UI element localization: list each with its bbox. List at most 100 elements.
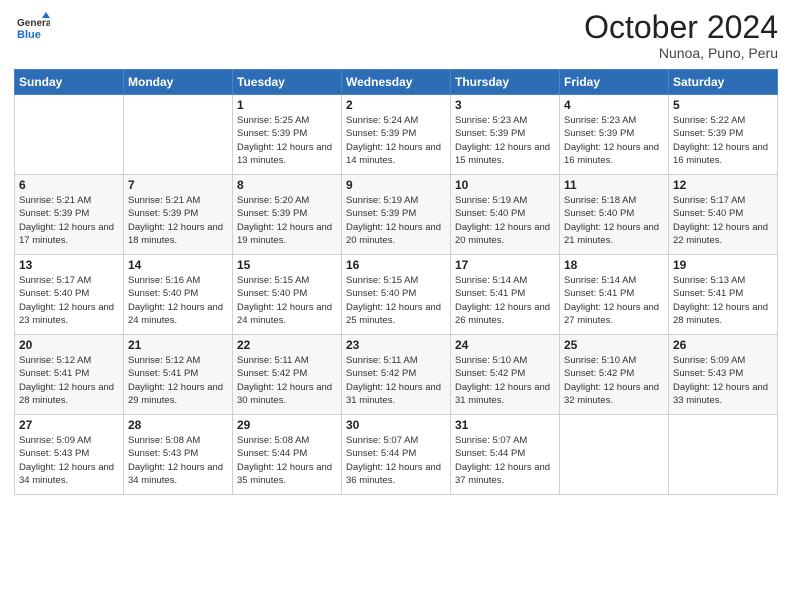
calendar-cell: 16 Sunrise: 5:15 AM Sunset: 5:40 PM Dayli… (342, 255, 451, 335)
day-info: Sunrise: 5:19 AM Sunset: 5:40 PM Dayligh… (455, 194, 555, 247)
day-info: Sunrise: 5:21 AM Sunset: 5:39 PM Dayligh… (19, 194, 119, 247)
day-number: 21 (128, 338, 228, 352)
calendar-cell: 11Sunrise: 5:18 AM Sunset: 5:40 PM Dayli… (560, 175, 669, 255)
calendar-cell: 14Sunrise: 5:16 AM Sunset: 5:40 PM Dayli… (124, 255, 233, 335)
day-number: 28 (128, 418, 228, 432)
day-info: Sunrise: 5:24 AM Sunset: 5:39 PM Dayligh… (346, 114, 446, 167)
calendar-table: Sunday Monday Tuesday Wednesday Thursday… (14, 69, 778, 495)
calendar-cell (560, 415, 669, 495)
day-info: Sunrise: 5:14 AM Sunset: 5:41 PM Dayligh… (564, 274, 664, 327)
day-number: 6 (19, 178, 119, 192)
calendar-cell: 29 Sunrise: 5:08 AM Sunset: 5:44 PM Dayli… (233, 415, 342, 495)
day-info: Sunrise: 5:10 AM Sunset: 5:42 PM Dayligh… (455, 354, 555, 407)
svg-text:General: General (17, 18, 50, 29)
day-number: 27 (19, 418, 119, 432)
header-saturday: Saturday (669, 70, 778, 95)
day-info: Sunrise: 5:14 AM Sunset: 5:41 PM Dayligh… (455, 274, 555, 327)
svg-text:Blue: Blue (17, 29, 41, 41)
day-info: Sunrise: 5:07 AM Sunset: 5:44 PM Dayligh… (455, 434, 555, 487)
calendar-cell: 26 Sunrise: 5:09 AM Sunset: 5:43 PM Dayli… (669, 335, 778, 415)
day-number: 2 (346, 98, 446, 112)
day-number: 23 (346, 338, 446, 352)
day-info: Sunrise: 5:13 AM Sunset: 5:41 PM Dayligh… (673, 274, 773, 327)
weekday-header-row: Sunday Monday Tuesday Wednesday Thursday… (15, 70, 778, 95)
calendar-cell: 31 Sunrise: 5:07 AM Sunset: 5:44 PM Dayli… (451, 415, 560, 495)
day-number: 7 (128, 178, 228, 192)
day-number: 12 (673, 178, 773, 192)
day-info: Sunrise: 5:23 AM Sunset: 5:39 PM Dayligh… (564, 114, 664, 167)
day-info: Sunrise: 5:12 AM Sunset: 5:41 PM Dayligh… (19, 354, 119, 407)
day-info: Sunrise: 5:25 AM Sunset: 5:39 PM Dayligh… (237, 114, 337, 167)
header: General Blue October 2024 Nunoa, Puno, P… (14, 10, 778, 61)
month-title: October 2024 (584, 10, 778, 45)
day-number: 19 (673, 258, 773, 272)
calendar-cell: 4 Sunrise: 5:23 AM Sunset: 5:39 PM Daylig… (560, 95, 669, 175)
calendar-cell (669, 415, 778, 495)
calendar-cell: 25 Sunrise: 5:10 AM Sunset: 5:42 PM Dayli… (560, 335, 669, 415)
calendar-week-row: 6 Sunrise: 5:21 AM Sunset: 5:39 PM Daylig… (15, 175, 778, 255)
title-block: October 2024 Nunoa, Puno, Peru (584, 10, 778, 61)
calendar-cell: 13Sunrise: 5:17 AM Sunset: 5:40 PM Dayli… (15, 255, 124, 335)
day-number: 18 (564, 258, 664, 272)
day-number: 22 (237, 338, 337, 352)
day-number: 9 (346, 178, 446, 192)
day-info: Sunrise: 5:12 AM Sunset: 5:41 PM Dayligh… (128, 354, 228, 407)
day-info: Sunrise: 5:10 AM Sunset: 5:42 PM Dayligh… (564, 354, 664, 407)
day-number: 29 (237, 418, 337, 432)
calendar-cell: 10 Sunrise: 5:19 AM Sunset: 5:40 PM Dayli… (451, 175, 560, 255)
day-number: 25 (564, 338, 664, 352)
day-info: Sunrise: 5:22 AM Sunset: 5:39 PM Dayligh… (673, 114, 773, 167)
day-info: Sunrise: 5:16 AM Sunset: 5:40 PM Dayligh… (128, 274, 228, 327)
calendar-cell: 1 Sunrise: 5:25 AM Sunset: 5:39 PM Daylig… (233, 95, 342, 175)
day-info: Sunrise: 5:17 AM Sunset: 5:40 PM Dayligh… (673, 194, 773, 247)
day-number: 3 (455, 98, 555, 112)
calendar-cell: 27Sunrise: 5:09 AM Sunset: 5:43 PM Dayli… (15, 415, 124, 495)
calendar-week-row: 1 Sunrise: 5:25 AM Sunset: 5:39 PM Daylig… (15, 95, 778, 175)
day-number: 26 (673, 338, 773, 352)
day-number: 13 (19, 258, 119, 272)
day-number: 8 (237, 178, 337, 192)
day-number: 16 (346, 258, 446, 272)
calendar-week-row: 27Sunrise: 5:09 AM Sunset: 5:43 PM Dayli… (15, 415, 778, 495)
calendar-cell: 20 Sunrise: 5:12 AM Sunset: 5:41 PM Dayli… (15, 335, 124, 415)
calendar-cell (124, 95, 233, 175)
day-number: 17 (455, 258, 555, 272)
day-number: 20 (19, 338, 119, 352)
header-wednesday: Wednesday (342, 70, 451, 95)
day-info: Sunrise: 5:08 AM Sunset: 5:44 PM Dayligh… (237, 434, 337, 487)
calendar-cell: 9 Sunrise: 5:19 AM Sunset: 5:39 PM Daylig… (342, 175, 451, 255)
calendar-cell: 24 Sunrise: 5:10 AM Sunset: 5:42 PM Dayli… (451, 335, 560, 415)
calendar-cell: 3Sunrise: 5:23 AM Sunset: 5:39 PM Daylig… (451, 95, 560, 175)
header-tuesday: Tuesday (233, 70, 342, 95)
day-info: Sunrise: 5:11 AM Sunset: 5:42 PM Dayligh… (346, 354, 446, 407)
calendar-week-row: 20 Sunrise: 5:12 AM Sunset: 5:41 PM Dayli… (15, 335, 778, 415)
logo-icon: General Blue (14, 10, 50, 46)
day-number: 10 (455, 178, 555, 192)
day-number: 24 (455, 338, 555, 352)
calendar-week-row: 13Sunrise: 5:17 AM Sunset: 5:40 PM Dayli… (15, 255, 778, 335)
location-subtitle: Nunoa, Puno, Peru (584, 45, 778, 61)
day-number: 31 (455, 418, 555, 432)
day-number: 4 (564, 98, 664, 112)
day-number: 11 (564, 178, 664, 192)
logo: General Blue (14, 10, 50, 46)
calendar-cell: 18 Sunrise: 5:14 AM Sunset: 5:41 PM Dayli… (560, 255, 669, 335)
day-info: Sunrise: 5:08 AM Sunset: 5:43 PM Dayligh… (128, 434, 228, 487)
day-number: 1 (237, 98, 337, 112)
day-number: 30 (346, 418, 446, 432)
day-info: Sunrise: 5:19 AM Sunset: 5:39 PM Dayligh… (346, 194, 446, 247)
day-number: 5 (673, 98, 773, 112)
calendar-cell: 23 Sunrise: 5:11 AM Sunset: 5:42 PM Dayli… (342, 335, 451, 415)
day-info: Sunrise: 5:21 AM Sunset: 5:39 PM Dayligh… (128, 194, 228, 247)
day-info: Sunrise: 5:09 AM Sunset: 5:43 PM Dayligh… (673, 354, 773, 407)
calendar-cell: 22 Sunrise: 5:11 AM Sunset: 5:42 PM Dayli… (233, 335, 342, 415)
calendar-cell: 2 Sunrise: 5:24 AM Sunset: 5:39 PM Daylig… (342, 95, 451, 175)
calendar-cell: 30Sunrise: 5:07 AM Sunset: 5:44 PM Dayli… (342, 415, 451, 495)
calendar-cell: 15Sunrise: 5:15 AM Sunset: 5:40 PM Dayli… (233, 255, 342, 335)
calendar-cell: 19 Sunrise: 5:13 AM Sunset: 5:41 PM Dayli… (669, 255, 778, 335)
day-info: Sunrise: 5:15 AM Sunset: 5:40 PM Dayligh… (346, 274, 446, 327)
day-info: Sunrise: 5:11 AM Sunset: 5:42 PM Dayligh… (237, 354, 337, 407)
calendar-cell (15, 95, 124, 175)
header-sunday: Sunday (15, 70, 124, 95)
day-info: Sunrise: 5:20 AM Sunset: 5:39 PM Dayligh… (237, 194, 337, 247)
